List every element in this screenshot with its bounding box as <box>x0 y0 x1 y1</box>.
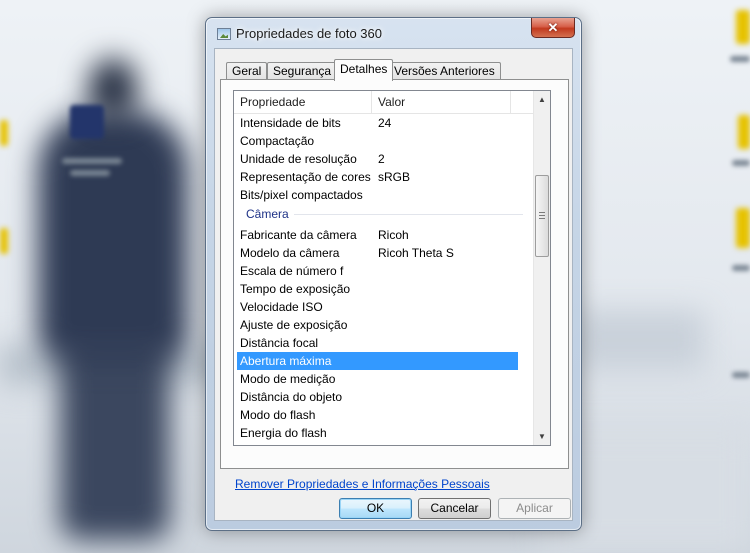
list-item[interactable]: Representação de cores sRGB <box>234 168 535 186</box>
property-name: Intensidade de bits <box>240 116 341 130</box>
list-item[interactable]: Unidade de resolução 2 <box>234 150 535 168</box>
scroll-down-arrow-icon[interactable]: ▼ <box>534 428 550 445</box>
desktop-app-icon[interactable] <box>70 105 104 139</box>
property-name: Modo do flash <box>240 408 316 422</box>
property-name: Velocidade ISO <box>240 300 323 314</box>
close-button[interactable]: ✕ <box>531 18 575 38</box>
list-item[interactable]: Energia do flash <box>234 424 535 442</box>
list-item[interactable]: Distância focal <box>234 334 535 352</box>
list-item[interactable]: Modelo da câmera Ricoh Theta S <box>234 244 535 262</box>
desktop-icon-label <box>732 160 750 166</box>
bg-person-body <box>38 110 188 360</box>
desktop-folder-icon[interactable] <box>736 10 750 44</box>
remove-properties-link[interactable]: Remover Propriedades e Informações Pesso… <box>235 477 490 491</box>
list-item[interactable]: Escala de número f <box>234 262 535 280</box>
desktop-folder-icon[interactable] <box>736 208 750 248</box>
apply-button[interactable]: Aplicar <box>498 498 571 519</box>
bg-person-legs <box>60 330 170 540</box>
details-tab-panel: Propriedade Valor Intensidade de bits 24 … <box>220 79 569 469</box>
group-label: Câmera <box>246 204 293 224</box>
properties-dialog: Propriedades de foto 360 ✕ Geral Seguran… <box>205 17 582 531</box>
property-name: Tempo de exposição <box>240 282 351 296</box>
property-name: Escala de número f <box>240 264 344 278</box>
list-item[interactable]: Tempo de exposição <box>234 280 535 298</box>
dialog-client-area: Geral Segurança Detalhes Versões Anterio… <box>214 48 573 521</box>
property-name: Fabricante da câmera <box>240 228 357 242</box>
tab-versoes-anteriores[interactable]: Versões Anteriores <box>388 62 501 80</box>
list-header: Propriedade Valor <box>234 91 535 114</box>
list-item[interactable]: Modo de medição <box>234 370 535 388</box>
vertical-scrollbar[interactable]: ▲ ▼ <box>533 91 550 445</box>
desktop-folder-icon[interactable] <box>738 115 750 149</box>
property-name: Bits/pixel compactados <box>240 188 363 202</box>
scroll-up-arrow-icon[interactable]: ▲ <box>534 91 550 108</box>
list-item-selected[interactable]: Abertura máxima <box>237 352 518 370</box>
desktop-icon-label <box>70 170 110 176</box>
property-name: Compactação <box>240 134 315 148</box>
column-header-property[interactable]: Propriedade <box>234 91 372 114</box>
list-item[interactable]: Intensidade de bits 24 <box>234 114 535 132</box>
property-name: Unidade de resolução <box>240 152 357 166</box>
desktop-icon-label <box>732 265 750 271</box>
group-header-camera: Câmera <box>234 204 535 226</box>
desktop-folder-icon[interactable] <box>0 228 8 254</box>
list-item[interactable]: Ajuste de exposição <box>234 316 535 334</box>
property-name: Modo de medição <box>240 372 336 386</box>
property-value: Ricoh Theta S <box>378 246 454 260</box>
desktop-icon-label <box>730 56 750 62</box>
scrollbar-thumb[interactable] <box>535 175 549 257</box>
list-item[interactable]: Compactação <box>234 132 535 150</box>
property-value: 2 <box>378 152 385 166</box>
property-value: sRGB <box>378 170 411 184</box>
title-bar[interactable]: Propriedades de foto 360 ✕ <box>206 18 581 48</box>
property-name: Distância do objeto <box>240 390 343 404</box>
tab-detalhes[interactable]: Detalhes <box>334 59 394 81</box>
desktop-icon-label <box>62 158 122 164</box>
desktop-folder-icon[interactable] <box>0 120 8 146</box>
grip-icon <box>539 212 545 219</box>
property-name: Ajuste de exposição <box>240 318 348 332</box>
property-name: Distância focal <box>240 336 319 350</box>
property-name: Abertura máxima <box>240 354 332 368</box>
cancel-button[interactable]: Cancelar <box>418 498 491 519</box>
list-item[interactable]: Modo do flash <box>234 406 535 424</box>
tab-seguranca[interactable]: Segurança <box>267 62 338 80</box>
property-name: Representação de cores <box>240 170 371 184</box>
ok-button[interactable]: OK <box>339 498 412 519</box>
list-item[interactable]: Fabricante da câmera Ricoh <box>234 226 535 244</box>
column-header-filler <box>511 91 535 114</box>
list-item[interactable]: Bits/pixel compactados <box>234 186 535 204</box>
list-body: Intensidade de bits 24 Compactação Unidad… <box>234 114 535 442</box>
column-header-value[interactable]: Valor <box>372 91 511 114</box>
details-list[interactable]: Propriedade Valor Intensidade de bits 24 … <box>233 90 551 446</box>
property-name: Energia do flash <box>240 426 327 440</box>
property-value: Ricoh <box>378 228 409 242</box>
photo-file-icon <box>217 28 231 40</box>
tab-geral[interactable]: Geral <box>226 62 268 80</box>
list-item[interactable]: Velocidade ISO <box>234 298 535 316</box>
window-title: Propriedades de foto 360 <box>236 26 382 41</box>
property-value: 24 <box>378 116 392 130</box>
desktop-icon-label <box>732 372 750 378</box>
bg-window <box>575 310 705 370</box>
list-item[interactable]: Distância do objeto <box>234 388 535 406</box>
property-name: Modelo da câmera <box>240 246 340 260</box>
